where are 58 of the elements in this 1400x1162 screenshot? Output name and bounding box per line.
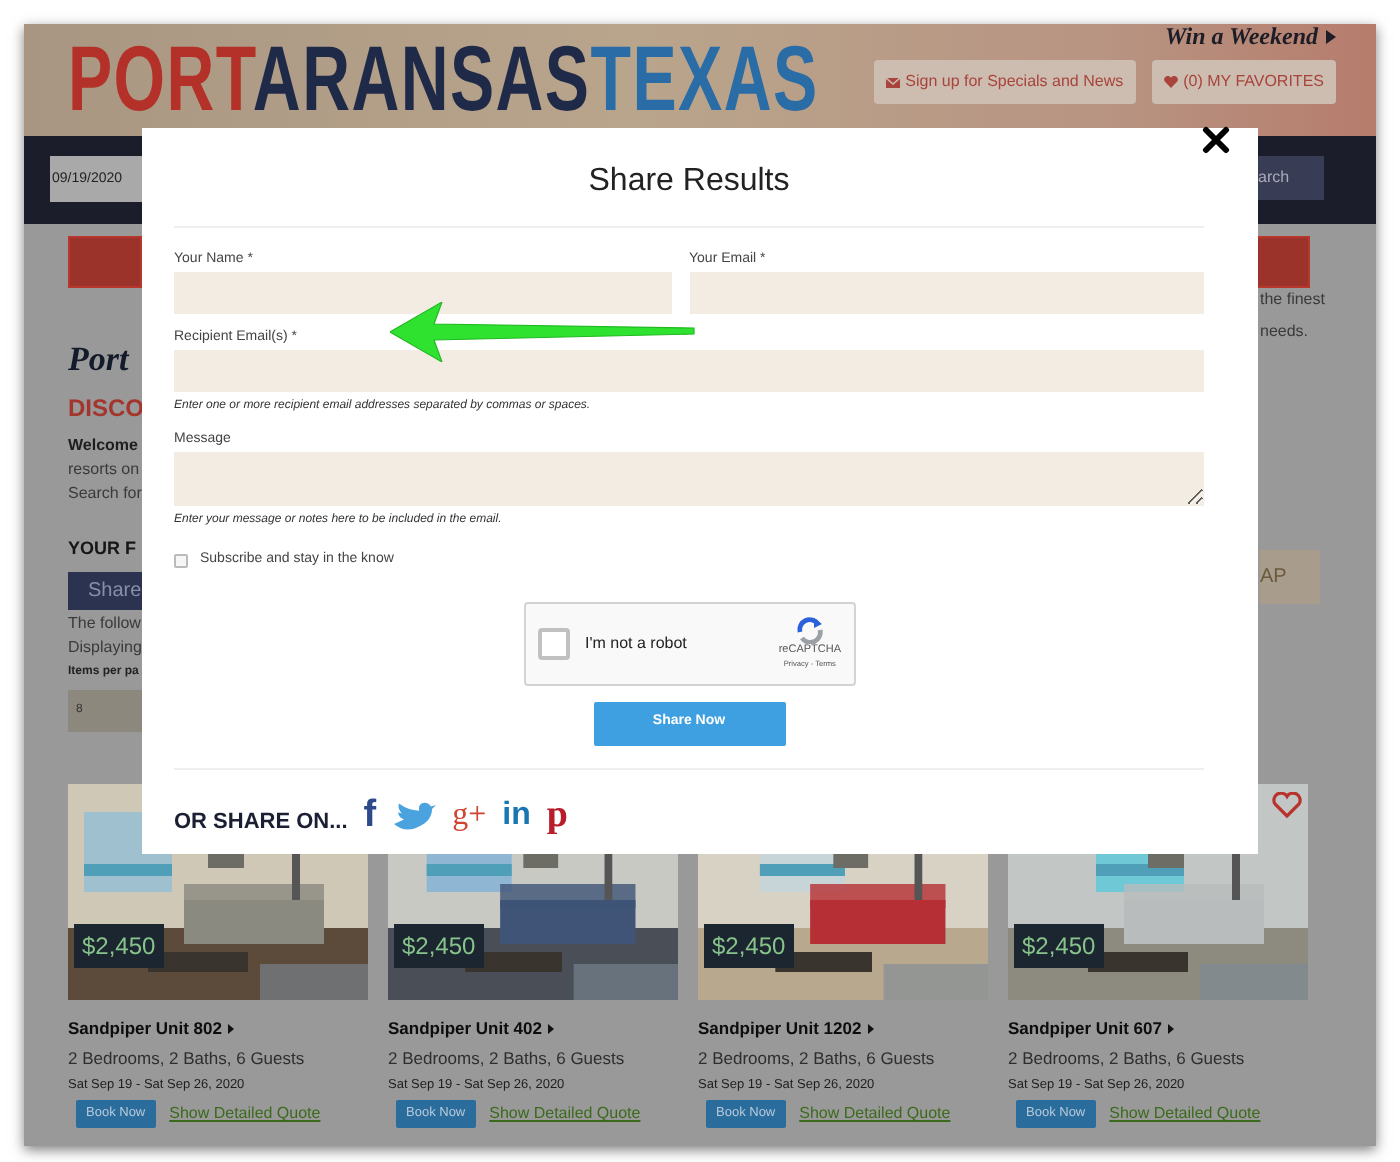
listing-title[interactable]: Sandpiper Unit 1202 [698,1016,862,1042]
quote-link[interactable]: Show Detailed Quote [489,1102,641,1127]
price-tag: $2,450 [704,924,794,968]
listing-details: 2 Bedrooms, 2 Baths, 6 Guests [388,1045,627,1071]
body-text: Search for [68,482,142,506]
price-tag: $2,450 [1014,924,1104,968]
heart-icon [1163,76,1178,88]
favorites-button[interactable]: (0) MY FAVORITES [1151,60,1336,104]
signup-button[interactable]: Sign up for Specials and News [873,60,1136,104]
share-heading: OR SHARE ON... [174,807,348,837]
price-tag: $2,450 [74,924,164,968]
caret-icon [867,1023,874,1034]
section-heading: YOUR F [68,536,139,562]
mail-icon [885,77,900,87]
input-field[interactable] [174,272,671,314]
social-share-icon[interactable]: f [363,798,377,835]
body-text: resorts on [68,458,142,482]
bird-icon[interactable] [392,801,437,832]
body-text: needs. [1260,320,1311,344]
price-tag: $2,450 [394,924,484,968]
message-field[interactable] [174,452,1204,506]
page-button[interactable]: Share [68,572,142,610]
social-share-icon[interactable]: p [546,798,568,835]
input-field[interactable] [689,272,1204,314]
listing-details: 2 Bedrooms, 2 Baths, 6 Guests [68,1045,307,1071]
captcha-checkbox[interactable] [537,627,569,659]
page-button[interactable]: AP [1260,550,1320,604]
listing-details: 2 Bedrooms, 2 Baths, 6 Guests [1008,1045,1247,1071]
listing-title[interactable]: Sandpiper Unit 402 [388,1016,542,1042]
close-icon[interactable] [1202,126,1230,154]
listing-details: 2 Bedrooms, 2 Baths, 6 Guests [698,1045,937,1071]
caret-icon [228,1023,234,1034]
modal-title: Share Results [586,162,792,202]
quote-link[interactable]: Show Detailed Quote [169,1102,321,1127]
body-text: Displaying [68,636,142,660]
caret-icon [1326,29,1336,43]
promo-link[interactable]: Win a Weekend [1165,24,1318,48]
captcha-label: I'm not a robot [585,631,687,655]
body-text: The follow [68,612,142,636]
listing-title[interactable]: Sandpiper Unit 607 [1008,1016,1162,1042]
social-share-icon[interactable]: in [502,798,531,835]
captcha-logo-icon [793,616,826,644]
page-heading: DISCO [68,392,142,424]
social-share-icon[interactable]: g+ [452,798,487,835]
page-title: Port [68,340,131,380]
caret-icon [548,1023,554,1034]
body-text: the finest [1260,288,1327,312]
banner-button[interactable] [1256,236,1310,288]
input-field[interactable] [174,350,1204,392]
checkbox[interactable] [174,553,188,568]
search-button[interactable]: arch [1258,156,1324,200]
quote-link[interactable]: Show Detailed Quote [799,1102,951,1127]
quote-link[interactable]: Show Detailed Quote [1109,1102,1261,1127]
caret-icon [1168,1023,1174,1034]
listing-title[interactable]: Sandpiper Unit 802 [68,1016,222,1042]
intro-text: Welcome [68,434,140,458]
site-logo[interactable]: PORTARANSASTEXAS [68,32,819,124]
heart-icon[interactable] [1272,792,1302,818]
